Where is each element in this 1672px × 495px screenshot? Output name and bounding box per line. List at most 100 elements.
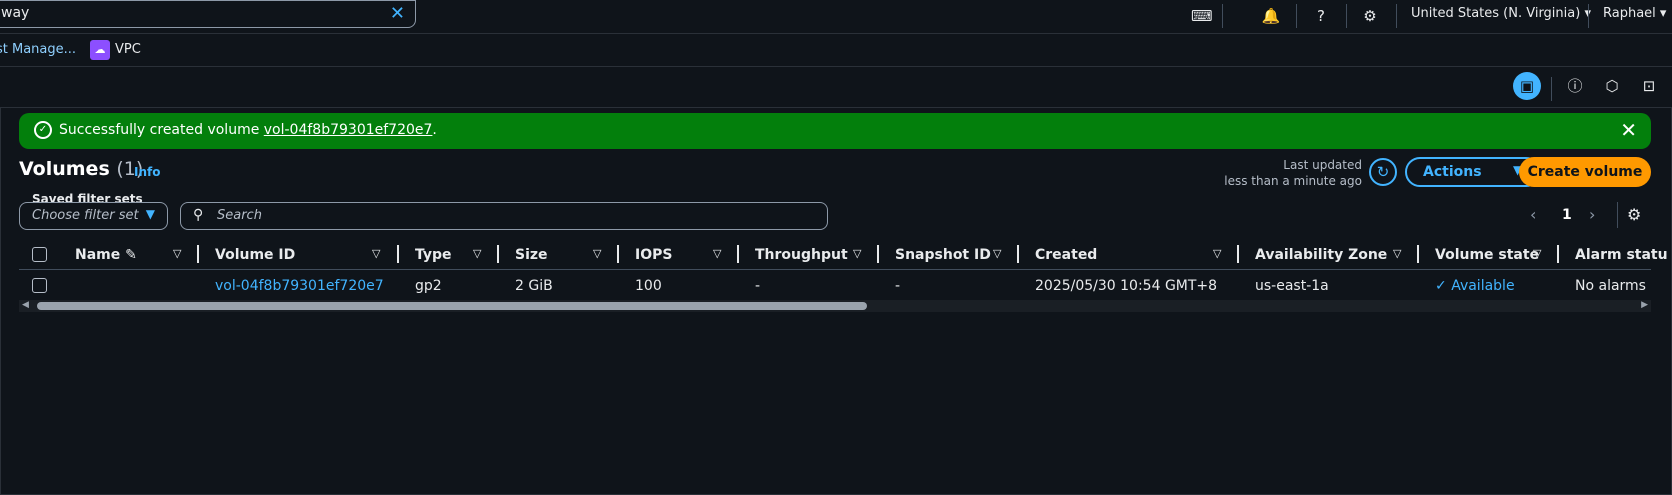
favorite-item-systems-manager[interactable]: st Manage... bbox=[0, 42, 76, 57]
current-page[interactable]: 1 bbox=[1562, 207, 1572, 223]
sort-icon[interactable]: ▽ bbox=[473, 247, 481, 260]
feedback-icon[interactable]: ⊡ bbox=[1638, 75, 1660, 97]
sort-icon[interactable]: ▽ bbox=[173, 247, 181, 260]
success-flash-banner: ✓ Successfully created volume vol-04f8b7… bbox=[19, 113, 1651, 149]
divider bbox=[1551, 77, 1552, 101]
cell-size: 2 GiB bbox=[515, 278, 553, 294]
info-link[interactable]: Info bbox=[134, 165, 160, 179]
favorites-bar: st Manage... ☁ VPC bbox=[0, 34, 1672, 67]
column-header-volume-state[interactable]: Volume state bbox=[1435, 247, 1539, 263]
column-header-size[interactable]: Size bbox=[515, 247, 548, 263]
last-updated-label: Last updated bbox=[1283, 158, 1362, 172]
last-updated: Last updated less than a minute ago bbox=[1180, 157, 1362, 189]
search-icon: ⚲ bbox=[193, 207, 204, 223]
scroll-right-arrow-icon[interactable]: ▶ bbox=[1641, 300, 1648, 310]
scrollbar-thumb[interactable] bbox=[37, 302, 867, 310]
hexagon-icon[interactable]: ⬡ bbox=[1601, 75, 1623, 97]
horizontal-scrollbar[interactable]: ◀ ▶ bbox=[19, 300, 1651, 312]
cell-alarm-status: No alarms bbox=[1575, 278, 1646, 294]
sort-icon[interactable]: ▽ bbox=[1213, 247, 1221, 260]
search-placeholder: Search bbox=[217, 208, 262, 223]
sort-icon[interactable]: ▽ bbox=[1393, 247, 1401, 260]
chevron-right-icon[interactable]: › bbox=[1589, 205, 1595, 224]
cell-created: 2025/05/30 10:54 GMT+8 bbox=[1035, 278, 1218, 294]
divider bbox=[1296, 4, 1297, 28]
column-divider[interactable] bbox=[617, 245, 619, 263]
column-header-alarm-status[interactable]: Alarm statu bbox=[1575, 247, 1668, 263]
divider bbox=[1396, 4, 1397, 28]
column-divider[interactable] bbox=[397, 245, 399, 263]
cell-volume-id-link[interactable]: vol-04f8b79301ef720e7 bbox=[215, 278, 384, 294]
table-header: Name ✎ ▽ Volume ID ▽ Type ▽ Size ▽ IOPS … bbox=[19, 241, 1668, 270]
column-divider[interactable] bbox=[197, 245, 199, 263]
favorite-item-vpc[interactable]: VPC bbox=[115, 42, 141, 57]
column-name-label: Name bbox=[75, 247, 121, 263]
column-header-snapshot-id[interactable]: Snapshot ID bbox=[895, 247, 991, 263]
top-navigation-bar: way ✕ ⌨ 🔔 ? ⚙ United States (N. Virginia… bbox=[0, 0, 1672, 34]
account-menu[interactable]: Raphael ▾ bbox=[1603, 6, 1666, 21]
cell-snapshot-id: - bbox=[895, 278, 901, 294]
gear-icon[interactable]: ⚙ bbox=[1360, 6, 1380, 26]
sort-icon[interactable]: ▽ bbox=[713, 247, 721, 260]
refresh-button[interactable]: ↻ bbox=[1369, 158, 1397, 186]
sort-icon[interactable]: ▽ bbox=[993, 247, 1001, 260]
global-search-value: way bbox=[1, 5, 30, 21]
divider bbox=[1222, 4, 1223, 28]
column-header-volume-id[interactable]: Volume ID bbox=[215, 247, 295, 263]
help-icon[interactable]: ? bbox=[1311, 6, 1331, 26]
sort-icon[interactable]: ▽ bbox=[1533, 247, 1541, 260]
column-header-type[interactable]: Type bbox=[415, 247, 452, 263]
caret-down-icon: ▼ bbox=[145, 207, 155, 221]
flash-prefix: Successfully created volume bbox=[59, 122, 264, 138]
cell-availability-zone: us-east-1a bbox=[1255, 278, 1329, 294]
column-divider[interactable] bbox=[1417, 245, 1419, 263]
flash-volume-link[interactable]: vol-04f8b79301ef720e7 bbox=[264, 122, 433, 138]
flash-suffix: . bbox=[432, 122, 437, 138]
column-divider[interactable] bbox=[497, 245, 499, 263]
table-row[interactable]: vol-04f8b79301ef720e7 gp2 2 GiB 100 - - … bbox=[19, 270, 1651, 300]
scroll-left-arrow-icon[interactable]: ◀ bbox=[22, 300, 29, 310]
divider bbox=[1346, 4, 1347, 28]
page-title: Volumes (1) bbox=[19, 158, 143, 180]
flash-message: Successfully created volume vol-04f8b793… bbox=[59, 122, 437, 138]
sort-icon[interactable]: ▽ bbox=[372, 247, 380, 260]
divider bbox=[1617, 202, 1618, 228]
table-preferences-gear-icon[interactable]: ⚙ bbox=[1627, 205, 1641, 224]
close-icon[interactable]: ✕ bbox=[1620, 118, 1637, 142]
username-label: Raphael bbox=[1603, 6, 1656, 21]
info-panel-icon[interactable]: ⓘ bbox=[1564, 75, 1586, 97]
column-divider[interactable] bbox=[1557, 245, 1559, 263]
select-all-checkbox[interactable] bbox=[32, 247, 47, 262]
last-updated-value: less than a minute ago bbox=[1224, 174, 1362, 188]
row-checkbox[interactable] bbox=[32, 278, 47, 293]
column-divider[interactable] bbox=[1017, 245, 1019, 263]
sort-icon[interactable]: ▽ bbox=[853, 247, 861, 260]
cell-type: gp2 bbox=[415, 278, 442, 294]
region-selector[interactable]: United States (N. Virginia) ▾ bbox=[1411, 6, 1591, 21]
cell-volume-state: ✓ Available bbox=[1435, 278, 1515, 294]
create-volume-button[interactable]: Create volume bbox=[1519, 157, 1651, 187]
column-header-name[interactable]: Name ✎ bbox=[75, 247, 137, 263]
chevron-left-icon[interactable]: ‹ bbox=[1530, 205, 1536, 224]
saved-filter-placeholder: Choose filter set bbox=[32, 208, 139, 223]
column-header-throughput[interactable]: Throughput bbox=[755, 247, 848, 263]
column-header-iops[interactable]: IOPS bbox=[635, 247, 672, 263]
column-divider[interactable] bbox=[877, 245, 879, 263]
split-panel-icon[interactable]: ▣ bbox=[1513, 72, 1541, 100]
sort-icon[interactable]: ▽ bbox=[593, 247, 601, 260]
check-circle-icon: ✓ bbox=[34, 121, 52, 139]
vpc-icon[interactable]: ☁ bbox=[90, 40, 110, 60]
cell-throughput: - bbox=[755, 278, 761, 294]
column-divider[interactable] bbox=[1237, 245, 1239, 263]
page-title-text: Volumes bbox=[19, 158, 110, 180]
saved-filter-set-select[interactable]: Choose filter set ▼ bbox=[19, 202, 168, 230]
global-search-input[interactable]: way ✕ bbox=[0, 0, 416, 28]
volume-state-label: Available bbox=[1451, 278, 1515, 294]
column-divider[interactable] bbox=[737, 245, 739, 263]
clear-search-icon[interactable]: ✕ bbox=[390, 3, 405, 24]
volume-search-input[interactable]: ⚲ Search bbox=[180, 202, 828, 230]
cloudshell-icon[interactable]: ⌨ bbox=[1191, 6, 1213, 26]
column-header-created[interactable]: Created bbox=[1035, 247, 1097, 263]
column-header-availability-zone[interactable]: Availability Zone bbox=[1255, 247, 1387, 263]
bell-icon[interactable]: 🔔 bbox=[1261, 6, 1281, 26]
